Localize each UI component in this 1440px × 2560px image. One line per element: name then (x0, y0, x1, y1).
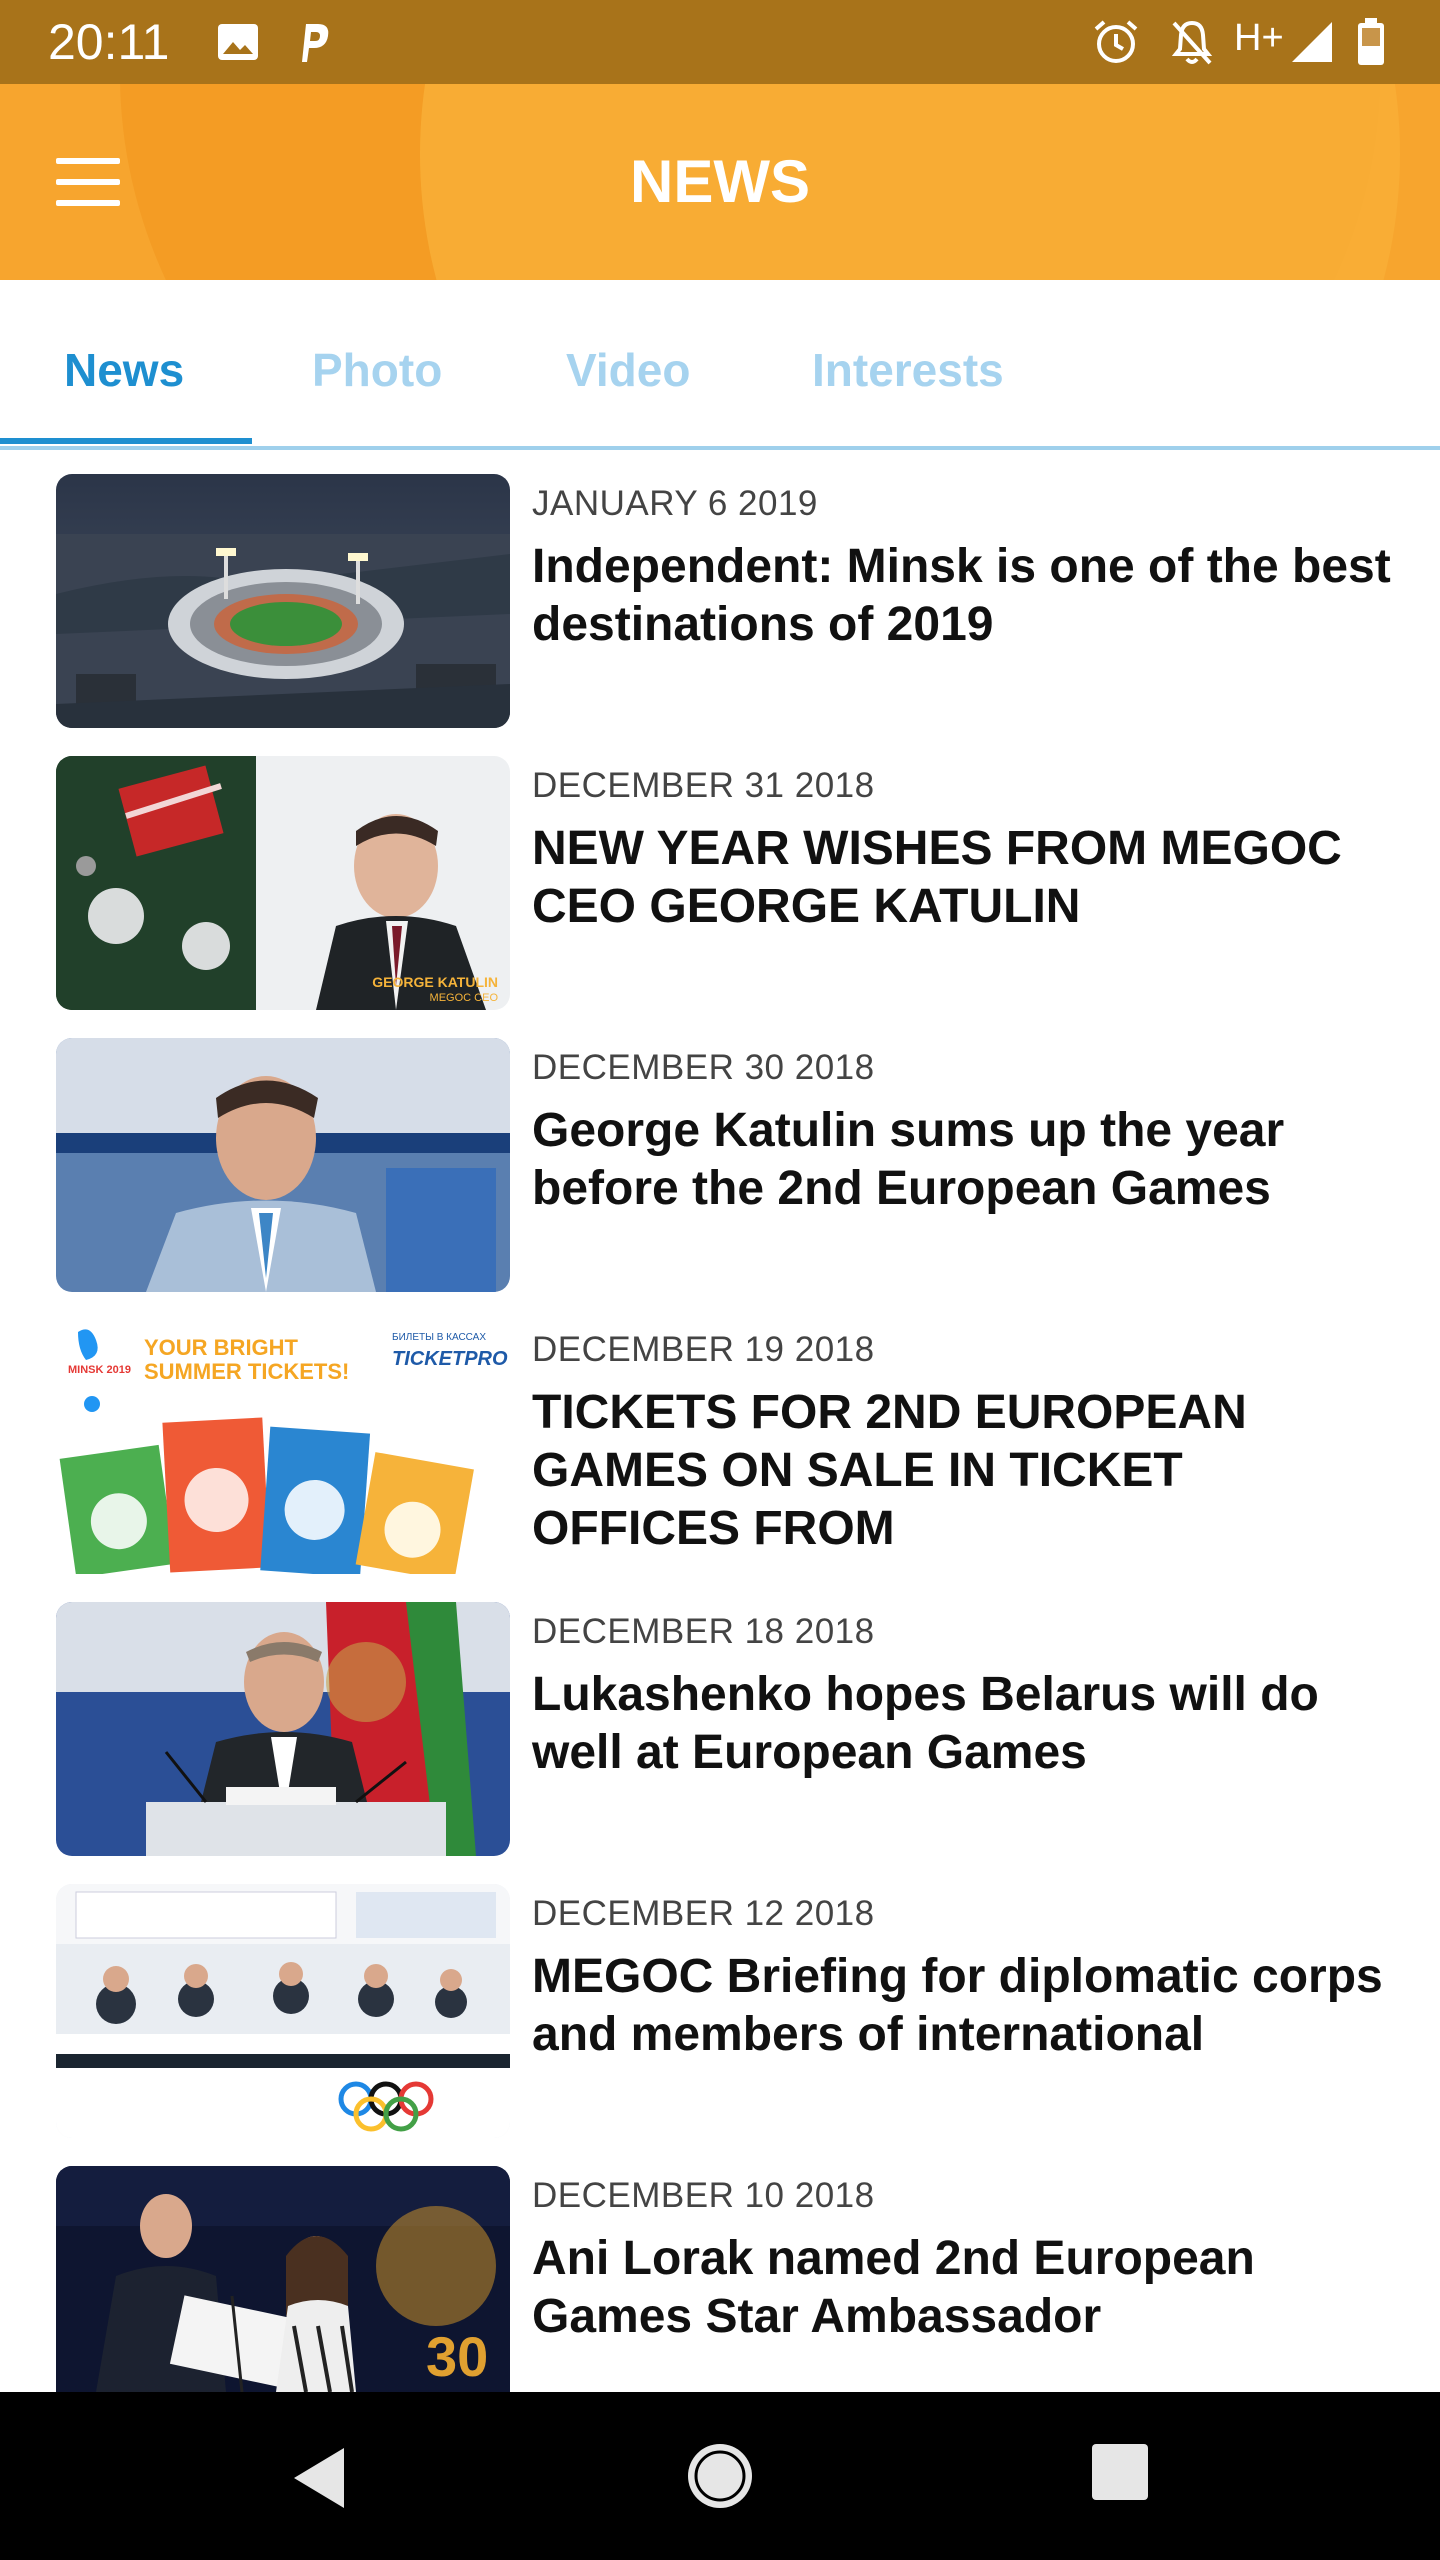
battery-icon (1356, 18, 1386, 65)
news-date: DECEMBER 30 2018 (532, 1048, 875, 1087)
news-thumbnail (56, 474, 510, 728)
news-item[interactable]: YOUR BRIGHT SUMMER TICKETS! БИЛЕТЫ В КАС… (0, 1296, 1440, 1578)
news-date: DECEMBER 10 2018 (532, 2176, 875, 2215)
tab-bar: News Photo Video Interests (0, 280, 1440, 450)
image-caption-role: MEGOC CEO (429, 992, 498, 1004)
news-title: NEW YEAR WISHES FROM MEGOC CEO GEORGE KA… (532, 822, 1342, 933)
notifications-off-icon (1170, 20, 1214, 65)
recents-square-icon[interactable] (1090, 2442, 1162, 2514)
tab-interests[interactable]: Interests (812, 342, 1004, 398)
news-item[interactable]: GEORGE KATULIN MEGOC CEO DECEMBER 31 201… (0, 732, 1440, 1014)
news-item[interactable]: JANUARY 6 2019 Independent: Minsk is one… (0, 450, 1440, 732)
system-nav-bar (0, 2392, 1440, 2560)
tab-photo[interactable]: Photo (312, 342, 442, 398)
news-thumbnail: 30 (56, 2166, 510, 2392)
news-thumbnail (56, 1884, 510, 2138)
page-title: NEWS (630, 148, 810, 215)
news-date: DECEMBER 31 2018 (532, 766, 875, 805)
banner-brand-sub: БИЛЕТЫ В КАССАХ (392, 1332, 487, 1343)
tab-news[interactable]: News (64, 342, 184, 398)
news-thumbnail (56, 1602, 510, 1856)
news-thumbnail (56, 1038, 510, 1292)
tab-indicator (0, 438, 252, 444)
news-title: Lukashenko hopes Belarus will do well at… (532, 1668, 1319, 1779)
news-date: JANUARY 6 2019 (532, 484, 818, 523)
svg-text:30: 30 (426, 2325, 488, 2388)
news-item[interactable]: 30 DECEMBER 10 2018 Ani Lorak named 2nd … (0, 2142, 1440, 2392)
app-bar: NEWS (0, 84, 1440, 280)
back-triangle-icon[interactable] (286, 2442, 358, 2514)
news-item[interactable]: DECEMBER 30 2018 George Katulin sums up … (0, 1014, 1440, 1296)
news-date: DECEMBER 18 2018 (532, 1612, 875, 1651)
banner-headline: YOUR BRIGHT SUMMER TICKETS! (144, 1335, 350, 1384)
news-thumbnail: YOUR BRIGHT SUMMER TICKETS! БИЛЕТЫ В КАС… (56, 1320, 510, 1574)
news-date: DECEMBER 19 2018 (532, 1330, 875, 1369)
banner-brand: TICKETPRO (392, 1348, 508, 1370)
tab-video[interactable]: Video (566, 342, 690, 398)
home-circle-icon[interactable] (682, 2438, 758, 2514)
banner-logo: MINSK 2019 (68, 1364, 131, 1376)
status-bar: 20:11 H+ (0, 0, 1440, 84)
parking-p-icon (294, 20, 334, 64)
alarm-icon (1092, 20, 1140, 64)
news-thumbnail: GEORGE KATULIN MEGOC CEO (56, 756, 510, 1010)
news-item[interactable]: DECEMBER 18 2018 Lukashenko hopes Belaru… (0, 1578, 1440, 1860)
network-type: H+ (1234, 16, 1284, 59)
signal-icon (1290, 20, 1334, 64)
news-title: MEGOC Briefing for diplomatic corps and … (532, 1950, 1383, 2061)
news-title: George Katulin sums up the year before t… (532, 1104, 1285, 1215)
image-icon (216, 20, 260, 64)
news-title: Independent: Minsk is one of the best de… (532, 540, 1391, 651)
news-date: DECEMBER 12 2018 (532, 1894, 875, 1933)
status-time: 20:11 (48, 14, 170, 70)
news-title: TICKETS FOR 2ND EUROPEAN GAMES ON SALE I… (532, 1386, 1247, 1555)
image-caption-name: GEORGE KATULIN (372, 974, 498, 990)
news-title: Ani Lorak named 2nd European Games Star … (532, 2232, 1255, 2343)
news-item[interactable]: DECEMBER 12 2018 MEGOC Briefing for dipl… (0, 1860, 1440, 2142)
